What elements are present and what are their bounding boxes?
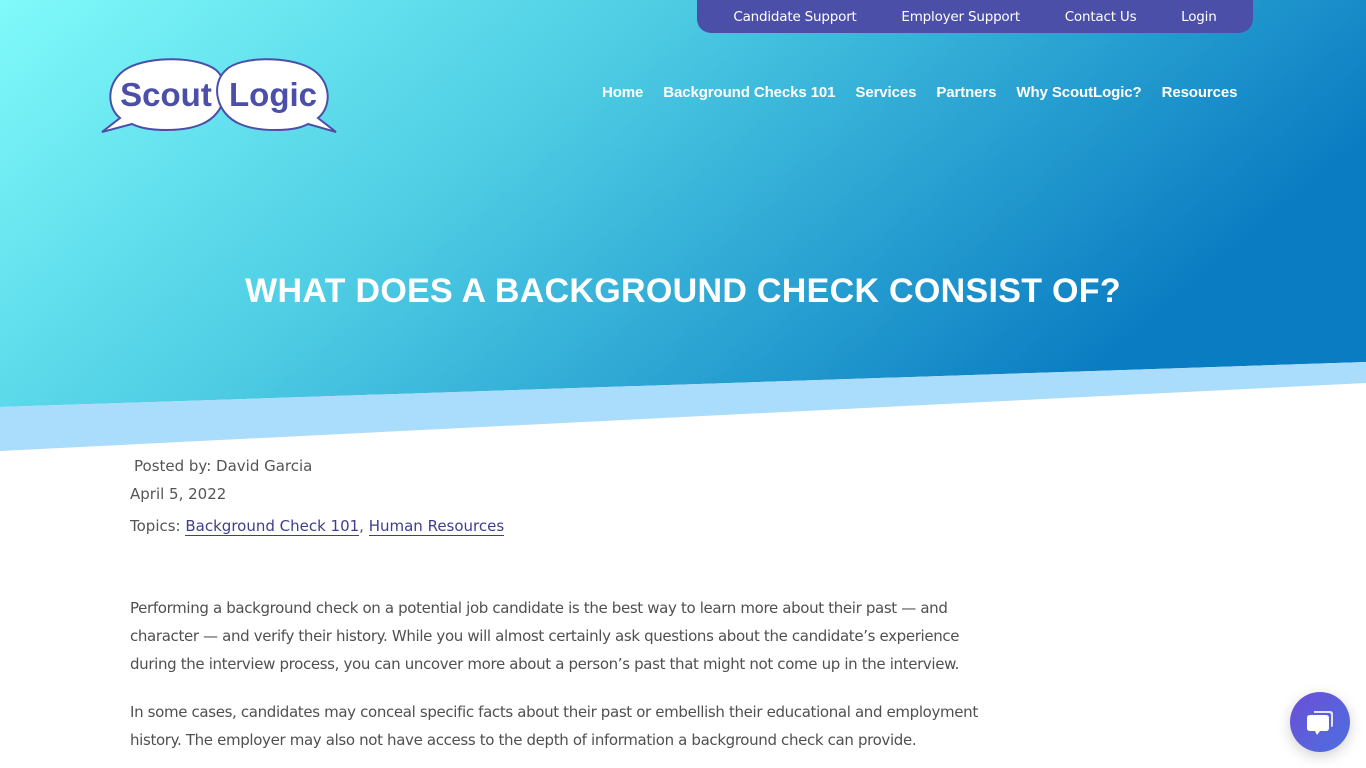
nav-why-scoutlogic[interactable]: Why ScoutLogic? [1016, 84, 1141, 101]
post-date: April 5, 2022 [130, 485, 227, 503]
nav-services[interactable]: Services [855, 84, 916, 101]
post-topics: Topics: Background Check 101, Human Reso… [130, 516, 505, 544]
nav-resources[interactable]: Resources [1162, 84, 1238, 101]
logo-word-logic: Logic [229, 76, 317, 113]
topic-link-human-resources[interactable]: Human Resources [368, 517, 505, 536]
scoutlogic-logo[interactable]: Scout Logic [98, 52, 340, 138]
posted-by: Posted by: David Garcia [134, 457, 313, 475]
main-nav: Home Background Checks 101 Services Part… [602, 80, 1238, 104]
nav-partners[interactable]: Partners [936, 84, 996, 101]
topics-label: Topics: [130, 517, 186, 535]
employer-support-link[interactable]: Employer Support [901, 9, 1020, 25]
topic-link-background-check-101[interactable]: Background Check 101 [185, 517, 360, 536]
candidate-support-link[interactable]: Candidate Support [733, 9, 856, 25]
article-paragraph: In some cases, candidates may conceal sp… [130, 703, 978, 749]
post-meta: Posted by: David Garcia April 5, 2022 To… [130, 456, 505, 544]
nav-home[interactable]: Home [602, 84, 643, 101]
nav-background-checks-101[interactable]: Background Checks 101 [663, 84, 835, 101]
logo-word-scout: Scout [120, 76, 212, 113]
topics-separator: , [359, 517, 369, 535]
chat-bubbles-icon [1307, 711, 1333, 735]
chat-launcher-button[interactable] [1290, 692, 1350, 752]
article-body: Performing a background check on a poten… [130, 594, 1000, 768]
article-paragraph: Performing a background check on a poten… [130, 599, 960, 673]
login-link[interactable]: Login [1181, 9, 1217, 25]
utility-nav: Candidate Support Employer Support Conta… [697, 0, 1253, 33]
page-title: WHAT DOES A BACKGROUND CHECK CONSIST OF? [245, 272, 1121, 310]
hero-banner: Scout Logic Home Background Checks 101 S… [0, 0, 1366, 460]
contact-us-link[interactable]: Contact Us [1065, 9, 1137, 25]
